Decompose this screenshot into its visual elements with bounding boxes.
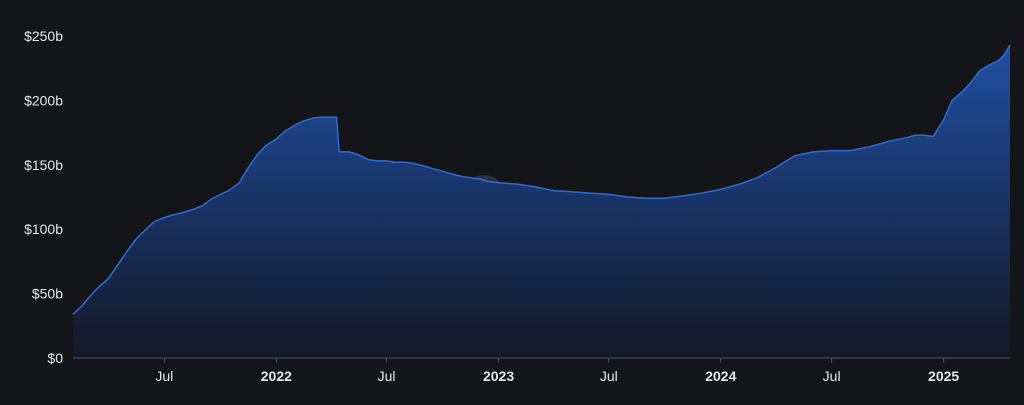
y-axis: $0 $50b $100b $150b $200b $250b (24, 28, 63, 366)
plot-area (72, 44, 1011, 358)
x-tick-label: Jul (823, 368, 841, 384)
y-tick-label: $250b (24, 28, 63, 44)
x-tick-label: Jul (378, 368, 396, 384)
x-tick-label: Jul (600, 368, 618, 384)
y-tick-label: $100b (24, 221, 63, 237)
y-tick-label: $50b (32, 286, 63, 302)
series-area (73, 45, 1010, 358)
y-tick-label: $200b (24, 92, 63, 108)
x-tick-label: 2022 (261, 368, 292, 384)
tvl-area-chart: DefiLlama $0$50b$100b$150b$200b$250b Jul… (24, 28, 1011, 384)
y-tick-label: $150b (24, 157, 63, 173)
x-axis: Jul 2022 Jul 2023 Jul 2024 Jul 2025 (155, 358, 959, 384)
x-tick-label: 2025 (928, 368, 959, 384)
x-tick-label: 2023 (483, 368, 514, 384)
x-tick-label: Jul (155, 368, 173, 384)
y-tick-label: $0 (47, 350, 63, 366)
x-tick-label: 2024 (705, 368, 736, 384)
